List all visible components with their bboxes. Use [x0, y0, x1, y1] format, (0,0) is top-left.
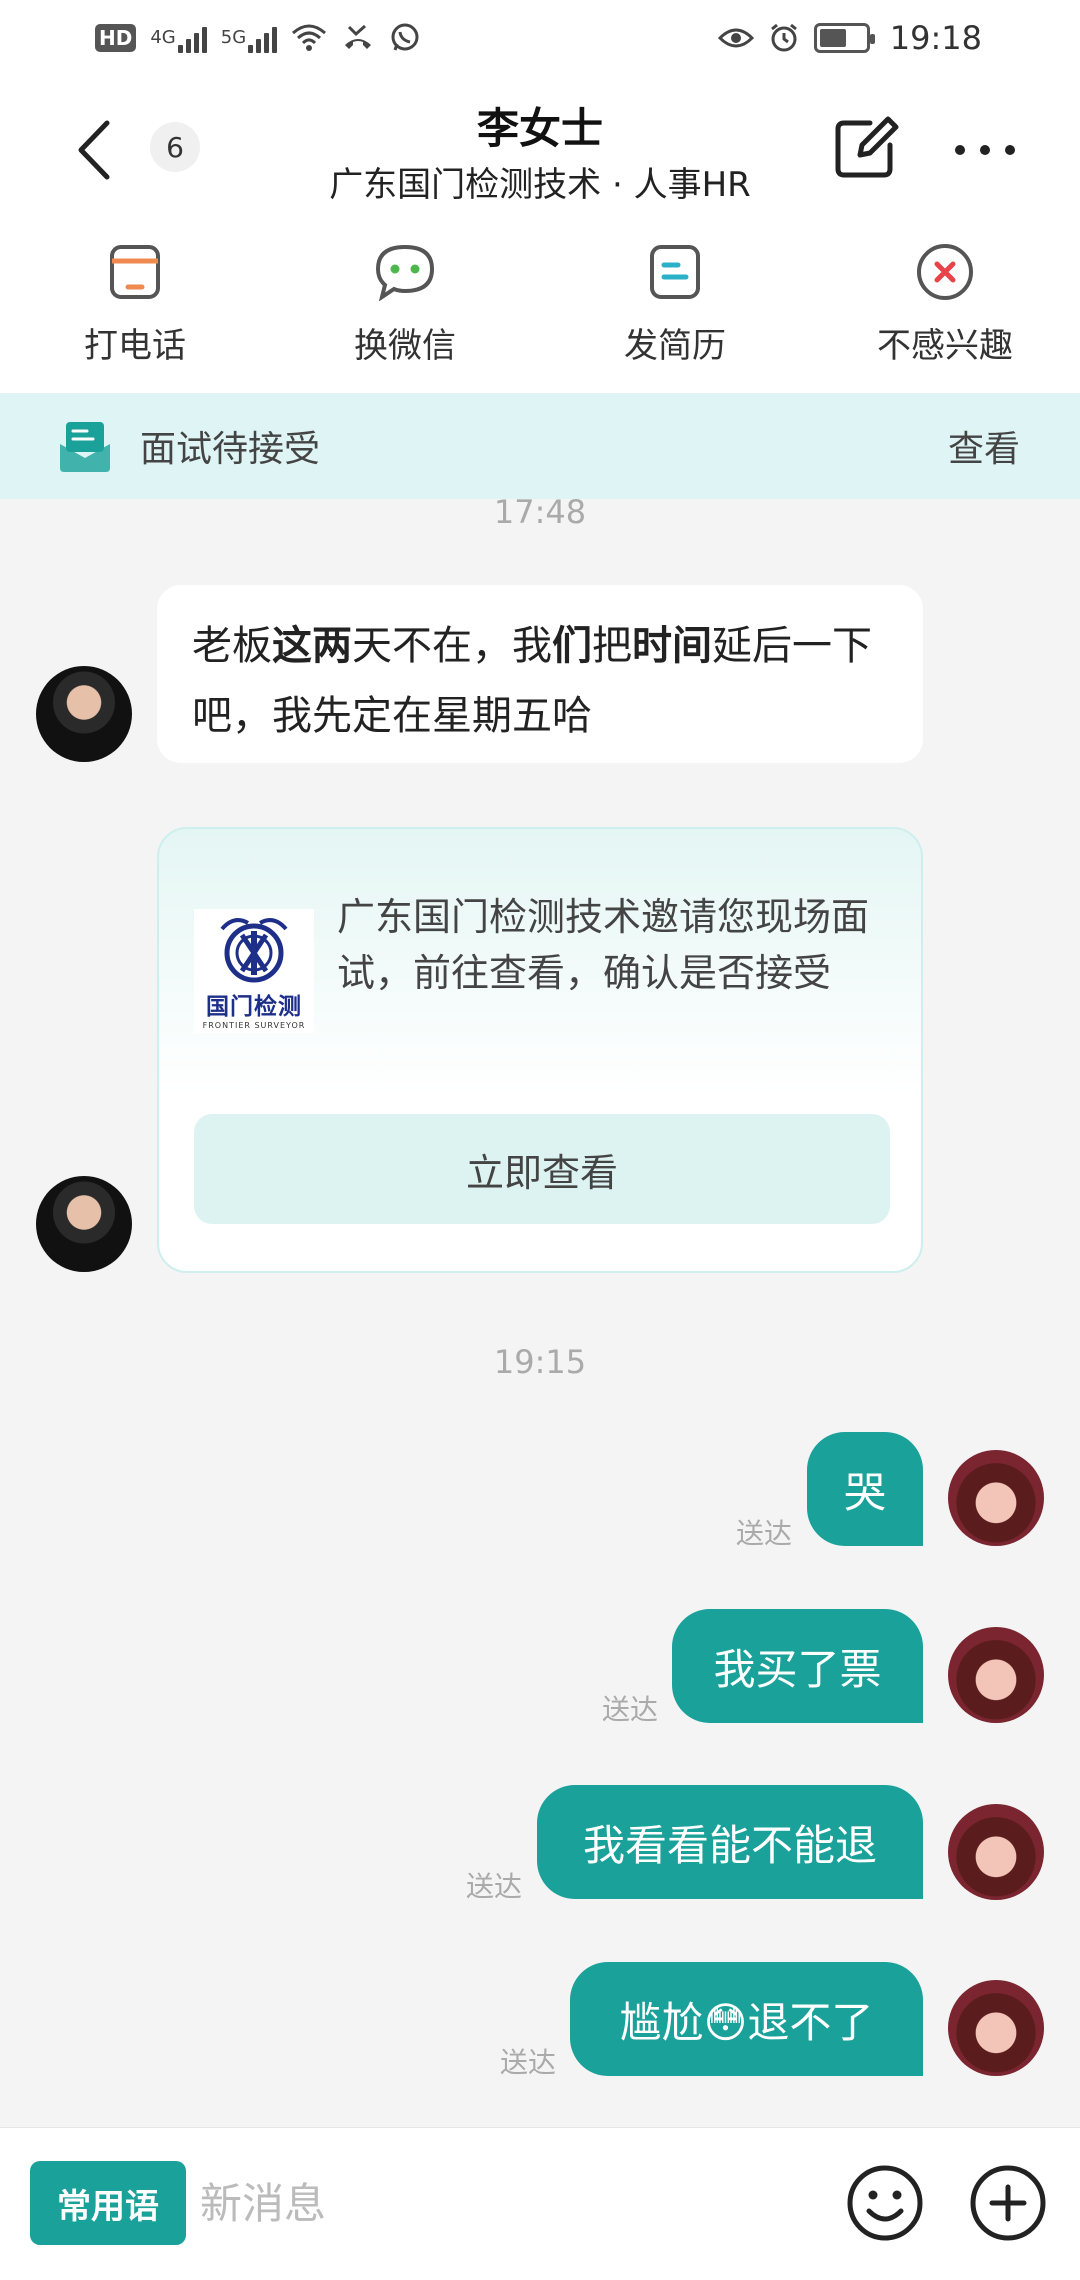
- logo-text: 国门检测: [206, 994, 302, 1020]
- outgoing-message[interactable]: 尴尬😳退不了: [570, 1962, 923, 2076]
- my-avatar[interactable]: [948, 1980, 1044, 2076]
- signal-5g-icon: 5G: [220, 21, 278, 55]
- message-text: 老板: [192, 623, 272, 669]
- message-text-bold: 们: [552, 623, 592, 669]
- message-text-bold: 这两: [272, 623, 352, 669]
- plus-icon: [970, 2165, 1046, 2241]
- clock: 19:18: [889, 18, 982, 57]
- sim2-label: 5G: [220, 27, 247, 48]
- exchange-wechat-label: 换微信: [354, 326, 456, 366]
- outgoing-message[interactable]: 我看看能不能退: [537, 1785, 923, 1899]
- message-input[interactable]: [200, 2161, 820, 2245]
- outgoing-message[interactable]: 哭: [807, 1432, 923, 1546]
- eye-icon: [717, 21, 754, 55]
- send-resume-label: 发简历: [624, 326, 726, 366]
- delivered-status: 送达: [500, 2046, 557, 2079]
- delivered-status: 送达: [466, 1870, 523, 1903]
- call-action[interactable]: 打电话: [35, 240, 235, 393]
- emoji-button[interactable]: [845, 2163, 925, 2243]
- attach-button[interactable]: [968, 2163, 1048, 2243]
- wechat-icon: [373, 240, 437, 304]
- signal-4g-icon: 4G: [150, 21, 207, 55]
- message-text: 天不在，我: [352, 623, 552, 669]
- battery-icon: [813, 22, 875, 53]
- smiley-icon: [847, 2165, 923, 2241]
- not-interested-action[interactable]: 不感兴趣: [845, 240, 1045, 393]
- message-text: 把: [592, 623, 632, 669]
- more-dot-icon: [980, 145, 990, 155]
- my-avatar[interactable]: [948, 1450, 1044, 1546]
- missed-call-icon: [341, 21, 375, 55]
- timestamp: 19:15: [493, 1343, 587, 1381]
- resume-icon: [643, 240, 707, 304]
- outgoing-message[interactable]: 我买了票: [672, 1609, 923, 1723]
- quick-actions: 打电话 换微信 发简历 不感兴趣: [0, 225, 1080, 393]
- whatsapp-icon: [389, 21, 421, 55]
- sim1-label: 4G: [150, 27, 176, 48]
- hd-voice-icon: HD: [95, 23, 137, 52]
- my-avatar[interactable]: [948, 1627, 1044, 1723]
- edit-icon: [835, 116, 899, 178]
- common-phrases-button[interactable]: 常用语: [30, 2161, 186, 2245]
- phone-icon: [103, 240, 167, 304]
- my-avatar[interactable]: [948, 1804, 1044, 1900]
- call-label: 打电话: [84, 326, 186, 366]
- status-left: HD 4G 5G: [95, 21, 421, 55]
- interview-invite-card[interactable]: 国门检测 FRONTIER SURVEYOR 广东国门检测技术邀请您现场面试，前…: [157, 827, 923, 1273]
- not-interested-label: 不感兴趣: [877, 326, 1013, 366]
- hr-avatar[interactable]: [36, 1176, 132, 1272]
- invitation-icon: [60, 422, 110, 472]
- exchange-wechat-action[interactable]: 换微信: [305, 240, 505, 393]
- status-bar: HD 4G 5G 19:18: [0, 0, 1080, 75]
- contact-name: 李女士: [476, 104, 603, 153]
- chat-header: 6 李女士 广东国门检测技术 · 人事HR: [0, 75, 1080, 225]
- logo-subtext: FRONTIER SURVEYOR: [202, 1021, 306, 1030]
- banner-view-link[interactable]: 查看: [948, 420, 1020, 472]
- more-dot-icon: [1005, 145, 1015, 155]
- incoming-message: 老板这两天不在，我们把时间延后一下吧，我先定在星期五哈: [157, 585, 923, 763]
- delivered-status: 送达: [602, 1693, 659, 1726]
- contact-company: 广东国门检测技术 · 人事HR: [329, 165, 751, 205]
- wifi-icon: [291, 21, 327, 55]
- edit-note-button[interactable]: [830, 113, 900, 183]
- alarm-icon: [768, 21, 800, 55]
- message-text-bold: 时间: [632, 623, 712, 669]
- company-emblem-icon: [220, 918, 288, 983]
- timestamp: 17:48: [493, 493, 587, 531]
- banner-text: 面试待接受: [140, 429, 321, 470]
- not-interested-icon: [913, 240, 977, 304]
- company-logo: 国门检测 FRONTIER SURVEYOR: [194, 909, 314, 1033]
- more-options-button[interactable]: [955, 130, 1015, 170]
- delivered-status: 送达: [736, 1517, 793, 1550]
- message-input-bar: 常用语: [0, 2127, 1080, 2280]
- send-resume-action[interactable]: 发简历: [575, 240, 775, 393]
- hr-avatar[interactable]: [36, 666, 132, 762]
- more-dot-icon: [955, 145, 965, 155]
- invite-text: 广东国门检测技术邀请您现场面试，前往查看，确认是否接受: [337, 895, 870, 995]
- view-now-button[interactable]: 立即查看: [194, 1114, 890, 1224]
- interview-pending-banner[interactable]: 面试待接受 查看: [0, 393, 1080, 499]
- status-right: 19:18: [717, 18, 982, 57]
